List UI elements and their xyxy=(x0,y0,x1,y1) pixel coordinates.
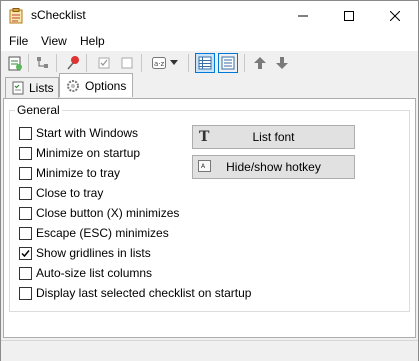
maximize-icon xyxy=(344,11,354,21)
sort-icon: a·z xyxy=(152,57,166,69)
checkbox-box[interactable] xyxy=(19,286,32,300)
checkbox-display-last-checklist[interactable]: Display last selected checklist on start… xyxy=(19,285,251,301)
toolbar-separator xyxy=(86,54,87,72)
checkbox-escape-minimizes[interactable]: Escape (ESC) minimizes xyxy=(19,225,169,241)
hide-show-hotkey-label: Hide/show hotkey xyxy=(226,160,321,174)
check-all-button[interactable] xyxy=(94,53,114,73)
checkbox-box[interactable] xyxy=(19,166,32,180)
checkbox-label: Escape (ESC) minimizes xyxy=(36,226,169,240)
checkbox-minimize-on-startup[interactable]: Minimize on startup xyxy=(19,145,140,161)
checkbox-close-to-tray[interactable]: Close to tray xyxy=(19,185,103,201)
checkbox-label: Close to tray xyxy=(36,186,104,200)
maximize-button[interactable] xyxy=(326,1,372,31)
toolbar-separator xyxy=(141,54,142,72)
checkbox-label: Display last selected checklist on start… xyxy=(36,286,252,300)
check-all-icon xyxy=(98,57,110,69)
checkbox-box[interactable] xyxy=(19,126,32,140)
checkbox-box[interactable] xyxy=(19,226,32,240)
tab-strip: Lists Options xyxy=(1,73,418,99)
pin-icon xyxy=(67,56,79,70)
options-panel: General Start with Windows Minimize on s… xyxy=(3,98,416,338)
title-bar[interactable]: sChecklist xyxy=(1,1,418,31)
general-group: General Start with Windows Minimize on s… xyxy=(9,103,410,312)
checkbox-label: Start with Windows xyxy=(36,126,139,140)
toolbar-separator xyxy=(244,54,245,72)
checkbox-close-button-minimizes[interactable]: Close button (X) minimizes xyxy=(19,205,179,221)
list-font-button[interactable]: T List font xyxy=(192,125,355,149)
checkbox-show-gridlines[interactable]: Show gridlines in lists xyxy=(19,245,151,261)
general-group-label: General xyxy=(15,103,62,117)
tab-lists[interactable]: Lists xyxy=(5,77,59,98)
menu-help[interactable]: Help xyxy=(80,34,105,48)
close-button[interactable] xyxy=(372,1,418,31)
checkbox-box-checked[interactable] xyxy=(19,246,32,260)
window-title: sChecklist xyxy=(31,8,86,22)
font-icon: T xyxy=(197,128,213,144)
tab-options-label: Options xyxy=(85,78,127,93)
tab-options[interactable]: Options xyxy=(59,73,133,97)
checkbox-box[interactable] xyxy=(19,146,32,160)
new-list-icon xyxy=(8,56,22,71)
checkbox-box[interactable] xyxy=(19,206,32,220)
checkmark-icon xyxy=(21,249,30,257)
status-bar xyxy=(1,340,418,361)
app-icon xyxy=(9,8,23,24)
tab-lists-label: Lists xyxy=(29,81,54,95)
view-list-icon xyxy=(198,56,212,70)
dropdown-arrow-icon xyxy=(170,60,178,65)
move-down-icon xyxy=(276,57,288,69)
toolbar-separator xyxy=(28,54,29,72)
checkbox-label: Minimize on startup xyxy=(36,146,141,160)
checklist-icon xyxy=(12,81,24,95)
sort-dropdown-button[interactable] xyxy=(168,53,180,73)
list-font-label: List font xyxy=(252,130,295,144)
toolbar-separator xyxy=(56,54,57,72)
tree-icon xyxy=(37,57,48,68)
close-icon xyxy=(390,11,400,21)
uncheck-all-button[interactable] xyxy=(117,53,137,73)
view-list-button[interactable] xyxy=(195,53,215,73)
checkbox-minimize-to-tray[interactable]: Minimize to tray xyxy=(19,165,120,181)
move-up-icon xyxy=(254,57,266,69)
toolbar: a·z xyxy=(1,51,418,75)
keyboard-key-icon: A xyxy=(197,158,213,174)
checkbox-label: Auto-size list columns xyxy=(36,266,153,280)
svg-text:T: T xyxy=(199,129,210,144)
checkbox-label: Minimize to tray xyxy=(36,166,121,180)
sort-button[interactable]: a·z xyxy=(149,53,169,73)
checkbox-start-with-windows[interactable]: Start with Windows xyxy=(19,125,138,141)
menu-view[interactable]: View xyxy=(41,34,67,48)
move-down-button[interactable] xyxy=(272,53,292,73)
app-window: sChecklist File View Help a·z Lists Opti… xyxy=(0,0,419,361)
uncheck-all-icon xyxy=(121,57,133,69)
minimize-button[interactable] xyxy=(280,1,326,31)
toolbar-separator xyxy=(188,54,189,72)
checkbox-label: Close button (X) minimizes xyxy=(36,206,180,220)
gear-icon xyxy=(67,79,79,92)
view-detail-icon xyxy=(221,56,235,70)
tree-button[interactable] xyxy=(33,53,53,73)
menu-bar: File View Help xyxy=(1,31,418,51)
move-up-button[interactable] xyxy=(250,53,270,73)
new-list-button[interactable] xyxy=(5,53,25,73)
checkbox-auto-size-columns[interactable]: Auto-size list columns xyxy=(19,265,152,281)
minimize-icon xyxy=(298,15,308,17)
view-detail-button[interactable] xyxy=(218,53,238,73)
svg-text:a·z: a·z xyxy=(154,60,165,68)
menu-file[interactable]: File xyxy=(9,34,28,48)
checkbox-box[interactable] xyxy=(19,266,32,280)
checkbox-label: Show gridlines in lists xyxy=(36,246,151,260)
checkbox-box[interactable] xyxy=(19,186,32,200)
hide-show-hotkey-button[interactable]: A Hide/show hotkey xyxy=(192,155,355,179)
pin-button[interactable] xyxy=(63,53,83,73)
